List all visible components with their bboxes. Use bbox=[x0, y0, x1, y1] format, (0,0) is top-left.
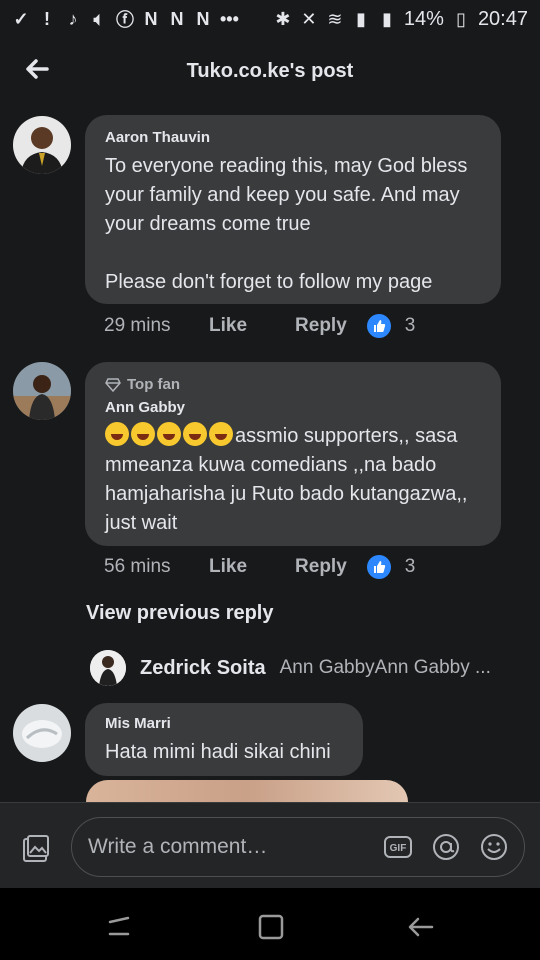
back-nav-icon[interactable] bbox=[406, 912, 436, 942]
news-icon: N bbox=[196, 8, 210, 29]
comment-time: 29 mins bbox=[104, 315, 171, 336]
comment-author[interactable]: Mis Marri bbox=[105, 715, 343, 732]
diamond-icon bbox=[105, 377, 121, 392]
laughing-face-icon bbox=[183, 422, 207, 446]
wifi-icon: ≋ bbox=[327, 8, 343, 29]
at-icon[interactable] bbox=[432, 833, 460, 861]
battery-percent: 14% bbox=[403, 7, 444, 30]
svg-text:GIF: GIF bbox=[390, 843, 407, 854]
home-icon[interactable] bbox=[256, 912, 286, 942]
avatar[interactable] bbox=[13, 704, 71, 762]
avatar[interactable] bbox=[13, 116, 71, 174]
comment-bubble[interactable]: Top fan Ann Gabby assmio supporters,, sa… bbox=[85, 362, 501, 546]
reply-button[interactable]: Reply bbox=[295, 556, 347, 578]
news-icon: N bbox=[170, 8, 184, 29]
comment-text: To everyone reading this, may God bless … bbox=[105, 155, 468, 293]
signal-icon: ▮ bbox=[381, 8, 392, 29]
reply-preview[interactable]: Zedrick Soita Ann GabbyAnn Gabby ... bbox=[90, 650, 491, 686]
bluetooth-icon: ✱ bbox=[275, 8, 291, 29]
avatar[interactable] bbox=[90, 650, 126, 686]
comment-input-placeholder[interactable]: Write a comment… bbox=[88, 835, 364, 859]
clock: 20:47 bbox=[477, 7, 528, 30]
comment-time: 56 mins bbox=[104, 556, 171, 577]
mute-icon: ✕ bbox=[301, 8, 317, 29]
signal-icon: ▮ bbox=[355, 8, 366, 29]
comment-bubble[interactable]: Mis Marri Hata mimi hadi sikai chini bbox=[85, 703, 363, 776]
like-button[interactable]: Like bbox=[209, 556, 247, 578]
comment-author[interactable]: Aaron Thauvin bbox=[105, 129, 481, 146]
more-icon: ••• bbox=[220, 8, 239, 29]
reply-button[interactable]: Reply bbox=[295, 315, 347, 337]
thumbs-up-icon[interactable] bbox=[366, 555, 391, 579]
battery-icon: ▯ bbox=[455, 8, 466, 29]
reaction-count[interactable]: 3 bbox=[405, 556, 416, 578]
status-bar-notifications: ✓ ! ♪ 🔈︎ ⓕ N N N ••• bbox=[12, 6, 274, 32]
top-fan-badge: Top fan bbox=[105, 376, 481, 393]
check-icon: ✓ bbox=[13, 8, 29, 29]
comment-actions: 29 mins Like Reply 3 bbox=[104, 314, 415, 338]
avatar[interactable] bbox=[13, 362, 71, 420]
photo-icon[interactable] bbox=[20, 833, 52, 865]
comment-text: assmio supporters,, sasa mmeanza kuwa co… bbox=[105, 422, 481, 538]
thumbs-up-icon[interactable] bbox=[366, 314, 391, 338]
comment-text: Hata mimi hadi sikai chini bbox=[105, 741, 331, 763]
reply-author[interactable]: Zedrick Soita bbox=[140, 657, 266, 680]
laughing-face-icon bbox=[105, 422, 129, 446]
view-previous-reply-link[interactable]: View previous reply bbox=[86, 602, 274, 625]
laughing-face-icon bbox=[131, 422, 155, 446]
gif-icon[interactable]: GIF bbox=[384, 833, 412, 861]
comment-bubble[interactable]: Aaron Thauvin To everyone reading this, … bbox=[85, 115, 501, 304]
comment-author[interactable]: Ann Gabby bbox=[105, 399, 481, 416]
recent-apps-icon[interactable] bbox=[104, 912, 134, 942]
comment-image[interactable] bbox=[86, 780, 408, 802]
comment-composer: Write a comment… GIF bbox=[0, 802, 540, 889]
status-bar: ✓ ! ♪ 🔈︎ ⓕ N N N ••• ✱ ✕ ≋ ▮ ▮ 14% ▯ 20:… bbox=[0, 0, 540, 38]
comment-input[interactable]: Write a comment… GIF bbox=[71, 817, 525, 877]
reaction-count[interactable]: 3 bbox=[405, 315, 416, 337]
top-fan-label: Top fan bbox=[127, 376, 181, 393]
facebook-icon: ⓕ bbox=[116, 10, 134, 30]
sound-icon: 🔈︎ bbox=[93, 8, 105, 29]
laughing-face-icon bbox=[209, 422, 233, 446]
like-button[interactable]: Like bbox=[209, 315, 247, 337]
news-icon: N bbox=[144, 8, 158, 29]
page-title: Tuko.co.ke's post bbox=[186, 59, 354, 82]
reply-text: Ann GabbyAnn Gabby ... bbox=[279, 657, 491, 678]
alert-icon: ! bbox=[44, 8, 50, 29]
tiktok-icon: ♪ bbox=[68, 8, 78, 29]
laughing-face-icon bbox=[157, 422, 181, 446]
header: Tuko.co.ke's post bbox=[0, 40, 540, 102]
system-navigation-bar bbox=[0, 888, 540, 960]
comment-actions: 56 mins Like Reply 3 bbox=[104, 555, 415, 579]
smiley-icon[interactable] bbox=[480, 833, 508, 861]
arrow-left-icon[interactable] bbox=[22, 54, 52, 84]
